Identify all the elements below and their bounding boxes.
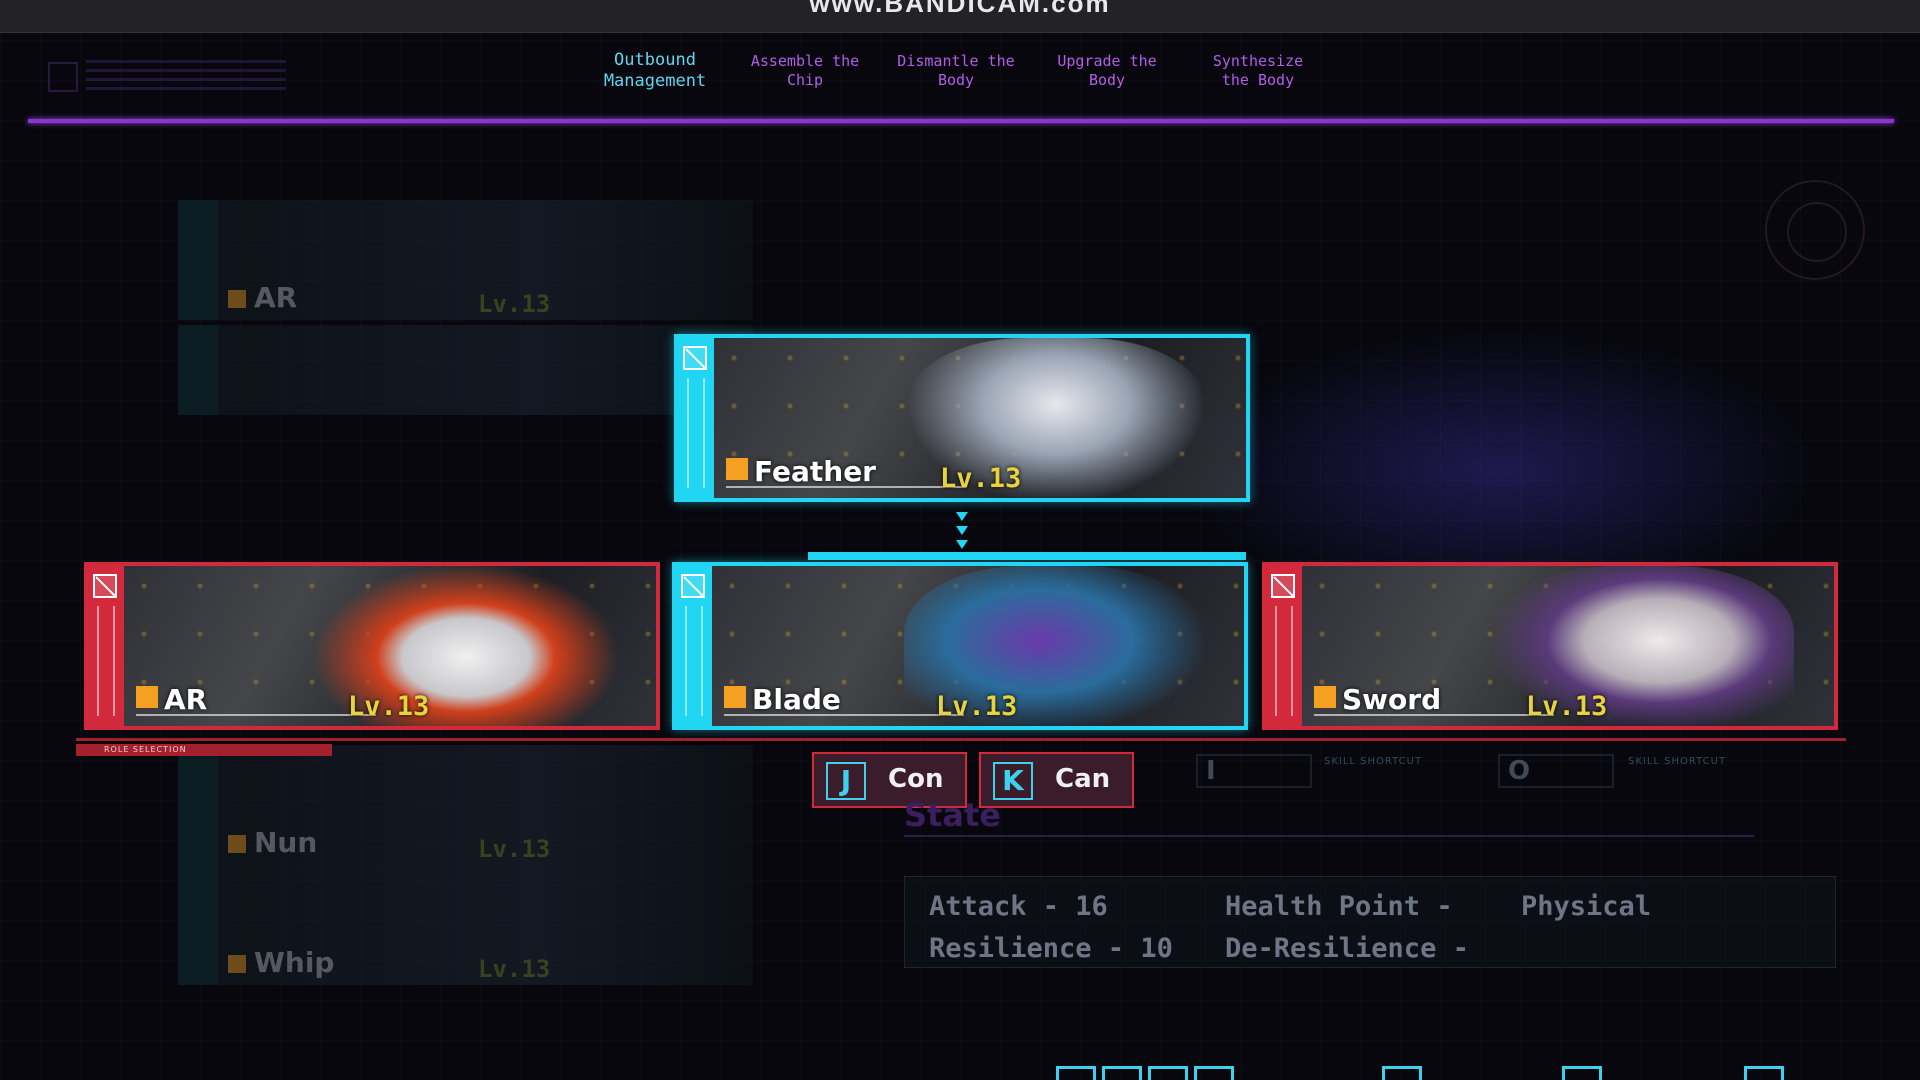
emblem-icon — [681, 574, 705, 598]
key-d-icon — [1194, 1066, 1234, 1080]
character-card-feather[interactable]: Feather Lv.13 — [674, 334, 1250, 502]
character-card-sword[interactable]: Sword Lv.13 — [1262, 562, 1838, 730]
character-level: Lv.13 — [348, 691, 430, 722]
slot-connector — [808, 552, 1246, 560]
skill-shortcut-label: SKILL SHORTCUT — [1628, 756, 1727, 767]
watermark: www.BANDICAM.com — [809, 0, 1111, 18]
key-a-icon — [1148, 1066, 1188, 1080]
character-name: AR — [164, 683, 208, 716]
stats-panel: Attack - 16 Health Point - Physical Resi… — [904, 876, 1836, 968]
nav-divider — [28, 119, 1894, 123]
roster-item-name: Whip — [254, 946, 335, 979]
role-selection-bar: ROLE SELECTION — [76, 744, 332, 756]
character-name: Blade — [752, 683, 841, 716]
character-name: Sword — [1342, 683, 1442, 716]
roster-item[interactable]: Whip Lv.13 — [178, 865, 753, 985]
skill-shortcut-o[interactable]: O — [1498, 754, 1614, 788]
recorder-title-bar: www.BANDICAM.com — [0, 0, 1920, 33]
stat-type: Physical — [1521, 891, 1652, 922]
key-hint-icon — [1744, 1066, 1784, 1080]
character-card-ar[interactable]: AR Lv.13 — [84, 562, 660, 730]
stat-attack: Attack - 16 — [929, 891, 1108, 922]
character-level: Lv.13 — [940, 463, 1022, 494]
roster-item[interactable] — [178, 325, 753, 415]
tab-assemble-chip[interactable]: Assemble the Chip — [730, 52, 880, 90]
tab-outbound-management[interactable]: Outbound Management — [580, 50, 730, 92]
emblem-icon — [1271, 574, 1295, 598]
roster-item-level: Lv.13 — [478, 955, 551, 983]
roster-item[interactable]: AR Lv.13 — [178, 200, 753, 320]
tab-dismantle-body[interactable]: Dismantle the Body — [881, 52, 1031, 90]
corner-logo — [48, 58, 288, 108]
radar-icon — [1765, 180, 1865, 280]
skill-shortcut-label: SKILL SHORTCUT — [1324, 756, 1423, 767]
key-k-icon: K — [993, 762, 1033, 800]
stat-health: Health Point - — [1225, 891, 1453, 922]
character-level: Lv.13 — [1526, 691, 1608, 722]
roster-item-level: Lv.13 — [478, 835, 551, 863]
roster-item-name: Nun — [254, 826, 318, 859]
stat-resilience: Resilience - 10 — [929, 933, 1173, 964]
character-level: Lv.13 — [936, 691, 1018, 722]
key-hint-icon — [1562, 1066, 1602, 1080]
emblem-icon — [93, 574, 117, 598]
arrow-down-icon — [956, 540, 968, 549]
roster-item-level: Lv.13 — [478, 290, 551, 318]
key-w-icon — [1056, 1066, 1096, 1080]
key-hint-icon — [1382, 1066, 1422, 1080]
arrow-down-icon — [956, 512, 968, 521]
arrow-down-icon — [956, 526, 968, 535]
character-name: Feather — [754, 455, 876, 488]
key-j-icon: J — [826, 762, 866, 800]
stat-de-resilience: De-Resilience - — [1225, 933, 1469, 964]
skill-shortcut-i[interactable]: I — [1196, 754, 1312, 788]
tab-synthesize-body[interactable]: Synthesize the Body — [1183, 52, 1333, 90]
roster-item[interactable]: Nun Lv.13 — [178, 745, 753, 865]
selection-divider — [76, 738, 1846, 741]
tab-upgrade-body[interactable]: Upgrade the Body — [1032, 52, 1182, 90]
roster-item-name: AR — [254, 281, 298, 314]
character-card-blade[interactable]: Blade Lv.13 — [672, 562, 1248, 730]
logo-emblem-icon — [48, 62, 78, 92]
key-s-icon — [1102, 1066, 1142, 1080]
emblem-icon — [683, 346, 707, 370]
state-divider — [904, 835, 1754, 837]
state-title: State — [904, 796, 1001, 834]
cancel-button[interactable]: K Can — [979, 752, 1134, 808]
